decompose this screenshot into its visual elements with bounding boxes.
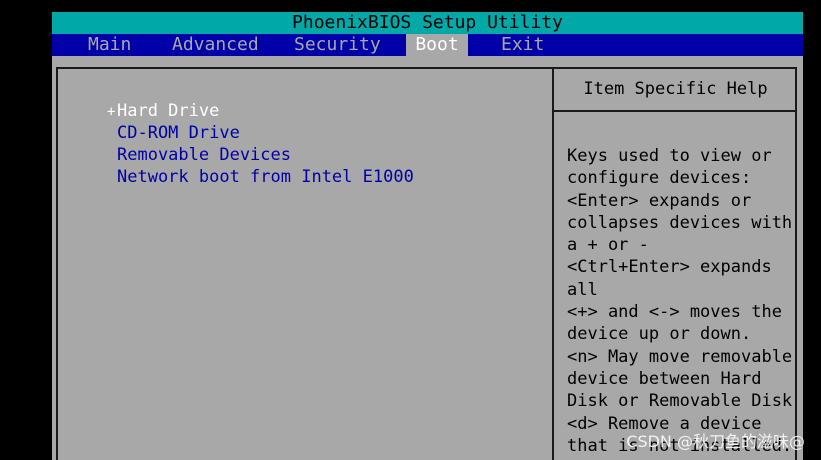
menu-security[interactable]: Security xyxy=(294,34,381,56)
help-divider-horizontal xyxy=(554,110,797,112)
boot-item-label: Network boot from Intel E1000 xyxy=(117,167,414,187)
boot-item-hard-drive[interactable]: +Hard Drive xyxy=(107,100,414,122)
help-line: configure devices: xyxy=(567,168,752,189)
help-line: <n> May move removable xyxy=(567,346,793,367)
help-line: Keys used to view or xyxy=(567,146,772,166)
help-line: device between Hard xyxy=(567,368,762,389)
bios-screen: PhoenixBIOS Setup Utility Main Advanced … xyxy=(52,12,803,460)
bios-title: PhoenixBIOS Setup Utility xyxy=(52,12,803,34)
boot-item-label: CD-ROM Drive xyxy=(117,123,240,143)
help-line: all xyxy=(567,279,598,300)
help-line: <+> and <-> moves the xyxy=(567,302,782,323)
help-line: Disk or Removable Disk xyxy=(567,391,793,412)
boot-item-removable-devices[interactable]: Removable Devices xyxy=(107,144,414,166)
watermark: CSDN @秋刀鱼的滋味@ xyxy=(626,432,805,451)
expand-marker-icon: + xyxy=(107,104,116,120)
menu-bar: Main Advanced Security Boot Exit xyxy=(52,34,803,56)
menu-advanced[interactable]: Advanced xyxy=(172,34,259,56)
menu-boot[interactable]: Boot xyxy=(406,34,468,56)
boot-item-network-boot[interactable]: Network boot from Intel E1000 xyxy=(107,166,414,188)
panel-divider-vertical xyxy=(552,67,554,460)
boot-item-label: Hard Drive xyxy=(117,101,220,121)
help-line: <Enter> expands or xyxy=(567,190,752,211)
help-line: <Ctrl+Enter> expands xyxy=(567,257,772,278)
help-line: collapses devices with xyxy=(567,212,793,233)
menu-exit[interactable]: Exit xyxy=(501,34,544,56)
help-line: a + or - xyxy=(567,235,649,256)
menu-main[interactable]: Main xyxy=(88,34,131,56)
boot-item-cd-rom-drive[interactable]: CD-ROM Drive xyxy=(107,122,414,144)
help-panel-title: Item Specific Help xyxy=(583,79,768,99)
help-text: Keys used to view or configure devices: … xyxy=(567,145,792,457)
boot-item-label: Removable Devices xyxy=(117,145,291,165)
help-line: device up or down. xyxy=(567,324,752,345)
boot-order-list: +Hard Drive CD-ROM Drive Removable Devic… xyxy=(107,100,414,188)
